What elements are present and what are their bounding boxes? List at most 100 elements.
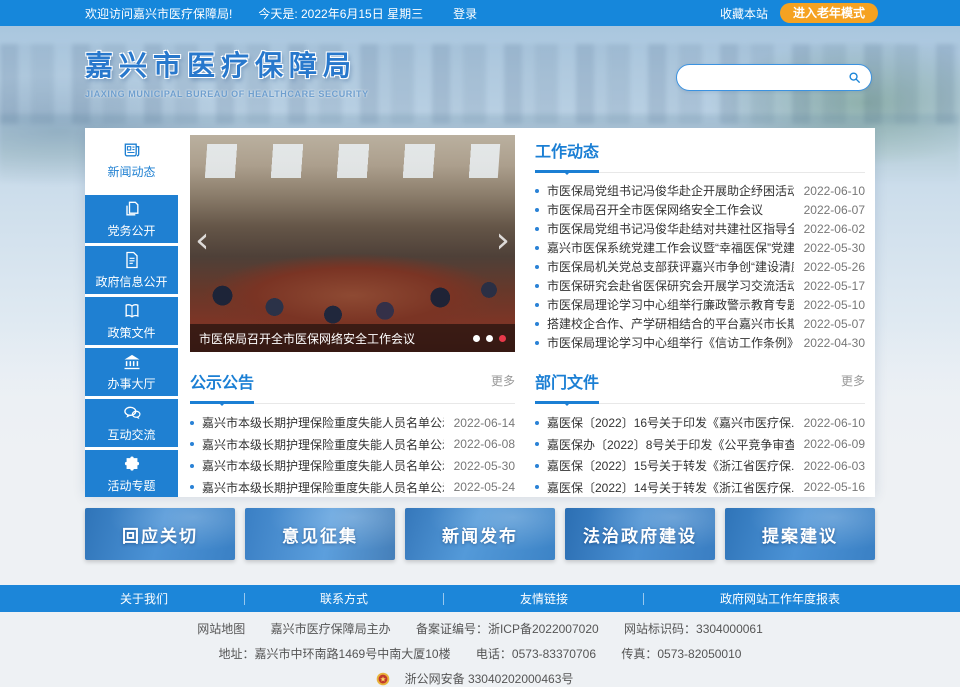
search-box <box>676 64 872 91</box>
content-area: ‹ › 市医保局召开全市医保网络安全工作会议 工作动态 市医保局党组书记冯俊华赴… <box>178 128 875 497</box>
banner-news-release[interactable]: 新闻发布 <box>405 508 555 560</box>
newspaper-icon <box>122 140 142 160</box>
news-carousel: ‹ › 市医保局召开全市医保网络安全工作会议 <box>190 135 515 352</box>
news-item-link[interactable]: 市医保局党组书记冯俊华赴企开展助企纾困活动 <box>547 182 794 199</box>
carousel-dot[interactable] <box>473 335 480 342</box>
news-item-link[interactable]: 嘉医保〔2022〕15号关于转发《浙江省医疗保... <box>547 457 794 474</box>
news-item-link[interactable]: 嘉兴市本级长期护理保险重度失能人员名单公示（2... <box>202 414 444 431</box>
news-list-item: 嘉兴市本级长期护理保险重度失能人员名单公示（2...2022-05-30 <box>190 455 515 477</box>
news-item-date: 2022-04-30 <box>804 336 865 350</box>
today-date-text: 今天是: 2022年6月15日 星期三 <box>258 5 423 22</box>
sidebar-item-news[interactable]: 新闻动态 <box>85 128 178 191</box>
news-list-item: 市医保研究会赴省医保研究会开展学习交流活动2022-05-17 <box>535 276 865 295</box>
news-item-date: 2022-06-02 <box>804 222 865 236</box>
news-item-link[interactable]: 嘉医保〔2022〕14号关于转发《浙江省医疗保... <box>547 479 794 496</box>
news-item-link[interactable]: 市医保局召开全市医保网络安全工作会议 <box>547 201 794 218</box>
sidebar-nav: 新闻动态 党务公开 政府信息公开 政策文件 <box>85 128 178 497</box>
favorite-site-link[interactable]: 收藏本站 <box>720 5 768 22</box>
notices-section: 公示公告 更多 嘉兴市本级长期护理保险重度失能人员名单公示（2...2022-0… <box>190 366 515 498</box>
footer-nav-contact[interactable]: 联系方式 <box>320 590 368 607</box>
carousel-photo-detail <box>190 231 515 326</box>
bullet-icon <box>535 464 539 468</box>
news-item-link[interactable]: 嘉兴市医保系统党建工作会议暨“幸福医保”党建联... <box>547 239 794 256</box>
sidebar-item-gov-info[interactable]: 政府信息公开 <box>85 246 178 294</box>
news-item-link[interactable]: 嘉医保〔2022〕16号关于印发《嘉兴市医疗保... <box>547 414 794 431</box>
news-item-link[interactable]: 嘉兴市本级长期护理保险重度失能人员名单公示（2... <box>202 457 444 474</box>
banner-label: 提案建议 <box>762 522 838 547</box>
news-list-item: 市医保局党组书记冯俊华赴结对共建社区指导全国文... 2022-06-02 <box>535 219 865 238</box>
news-item-link[interactable]: 市医保局党组书记冯俊华赴结对共建社区指导全国文... <box>547 220 794 237</box>
pages-icon <box>122 199 142 219</box>
section-title: 工作动态 <box>535 138 599 162</box>
section-header: 部门文件 更多 <box>535 366 865 404</box>
news-list-item: 市医保局机关党总支部获评嘉兴市争创“建设清廉机...2022-05-26 <box>535 257 865 276</box>
work-news-list: 市医保局党组书记冯俊华赴企开展助企纾困活动2022-06-10市医保局召开全市医… <box>535 181 865 352</box>
carousel-dot-active[interactable] <box>499 335 506 342</box>
news-item-date: 2022-05-16 <box>804 480 865 494</box>
news-list-item: 市医保局理论学习中心组举行《信访工作条例》专题... 2022-04-30 <box>535 333 865 352</box>
sitemap-link[interactable]: 网站地图 <box>197 622 245 636</box>
news-item-date: 2022-06-14 <box>454 416 515 430</box>
bank-icon <box>122 352 142 372</box>
news-item-link[interactable]: 嘉兴市本级长期护理保险重度失能人员名单公示（2... <box>202 479 444 496</box>
footer-nav-annual-report[interactable]: 政府网站工作年度报表 <box>720 590 840 607</box>
sidebar-item-special-topics[interactable]: 活动专题 <box>85 450 178 497</box>
search-icon[interactable] <box>847 70 862 85</box>
footer-nav-about[interactable]: 关于我们 <box>120 590 168 607</box>
banner-opinion-collection[interactable]: 意见征集 <box>245 508 395 560</box>
divider <box>244 593 245 605</box>
carousel-caption[interactable]: 市医保局召开全市医保网络安全工作会议 <box>199 330 465 347</box>
banner-respond-concerns[interactable]: 回应关切 <box>85 508 235 560</box>
sidebar-item-service-hall[interactable]: 办事大厅 <box>85 348 178 396</box>
news-item-link[interactable]: 市医保局机关党总支部获评嘉兴市争创“建设清廉机... <box>547 258 794 275</box>
carousel-next-arrow[interactable]: › <box>496 223 510 259</box>
news-list-item: 嘉医保〔2022〕16号关于印发《嘉兴市医疗保...2022-06-10 <box>535 412 865 434</box>
carousel-prev-arrow[interactable]: ‹ <box>195 223 209 259</box>
banner-label: 新闻发布 <box>442 522 518 547</box>
footer-line-2: 地址：嘉兴市中环南路1469号中南大厦10楼 电话：0573-83370706 … <box>0 645 960 662</box>
banner-law-government[interactable]: 法治政府建设 <box>565 508 715 560</box>
news-item-link[interactable]: 搭建校企合作、产学研相结合的平台嘉兴市长期护理... <box>547 315 794 332</box>
dept-files-section: 部门文件 更多 嘉医保〔2022〕16号关于印发《嘉兴市医疗保...2022-0… <box>535 366 865 498</box>
banner-links-row: 回应关切 意见征集 新闻发布 法治政府建设 提案建议 <box>85 508 875 560</box>
news-list-item: 嘉医保〔2022〕14号关于转发《浙江省医疗保... 2022-05-16 <box>535 477 865 499</box>
elder-mode-button[interactable]: 进入老年模式 <box>780 3 878 23</box>
icp-text: 备案证编号：浙ICP备2022007020 <box>416 622 599 636</box>
footer-nav-links[interactable]: 友情链接 <box>520 590 568 607</box>
document-icon <box>122 250 142 270</box>
bullet-icon <box>535 322 539 326</box>
banner-proposal-suggestions[interactable]: 提案建议 <box>725 508 875 560</box>
topbar-right-group: 收藏本站 进入老年模式 <box>720 3 878 23</box>
work-news-section: 工作动态 市医保局党组书记冯俊华赴企开展助企纾困活动2022-06-10市医保局… <box>535 135 865 352</box>
sidebar-item-label: 党务公开 <box>107 222 155 239</box>
bullet-icon <box>190 464 194 468</box>
carousel-dot[interactable] <box>486 335 493 342</box>
news-item-link[interactable]: 嘉兴市本级长期护理保险重度失能人员名单公示（2... <box>202 436 444 453</box>
footer-line-1: 网站地图 嘉兴市医疗保障局主办 备案证编号：浙ICP备2022007020 网站… <box>0 620 960 637</box>
news-item-link[interactable]: 市医保局理论学习中心组举行《信访工作条例》专题... <box>547 334 794 351</box>
section-title: 公示公告 <box>190 369 254 393</box>
news-item-date: 2022-06-09 <box>804 437 865 451</box>
chat-icon <box>122 403 142 423</box>
login-link[interactable]: 登录 <box>453 5 477 22</box>
notices-more-link[interactable]: 更多 <box>491 372 515 389</box>
sidebar-item-interaction[interactable]: 互动交流 <box>85 399 178 447</box>
news-item-link[interactable]: 市医保局理论学习中心组举行廉政警示教育专题学习... <box>547 296 794 313</box>
news-item-link[interactable]: 嘉医保办〔2022〕8号关于印发《公平竞争审查... <box>547 436 794 453</box>
footer-line-3: 浙公网安备 33040202000463号 <box>0 670 960 687</box>
address-text: 地址：嘉兴市中环南路1469号中南大厦10楼 <box>219 647 451 661</box>
bullet-icon <box>535 442 539 446</box>
security-record-link[interactable]: 浙公网安备 33040202000463号 <box>376 672 585 686</box>
news-item-date: 2022-06-08 <box>454 437 515 451</box>
dept-files-more-link[interactable]: 更多 <box>841 372 865 389</box>
public-security-badge-icon <box>376 672 390 686</box>
sidebar-item-policy-files[interactable]: 政策文件 <box>85 297 178 345</box>
sidebar-item-party-affairs[interactable]: 党务公开 <box>85 195 178 243</box>
footer-nav-inner: 关于我们 联系方式 友情链接 政府网站工作年度报表 <box>120 590 840 607</box>
bullet-icon <box>535 284 539 288</box>
news-item-link[interactable]: 市医保研究会赴省医保研究会开展学习交流活动 <box>547 277 794 294</box>
search-input[interactable] <box>686 71 847 85</box>
bullet-icon <box>535 189 539 193</box>
divider <box>443 593 444 605</box>
section-title: 部门文件 <box>535 369 599 393</box>
